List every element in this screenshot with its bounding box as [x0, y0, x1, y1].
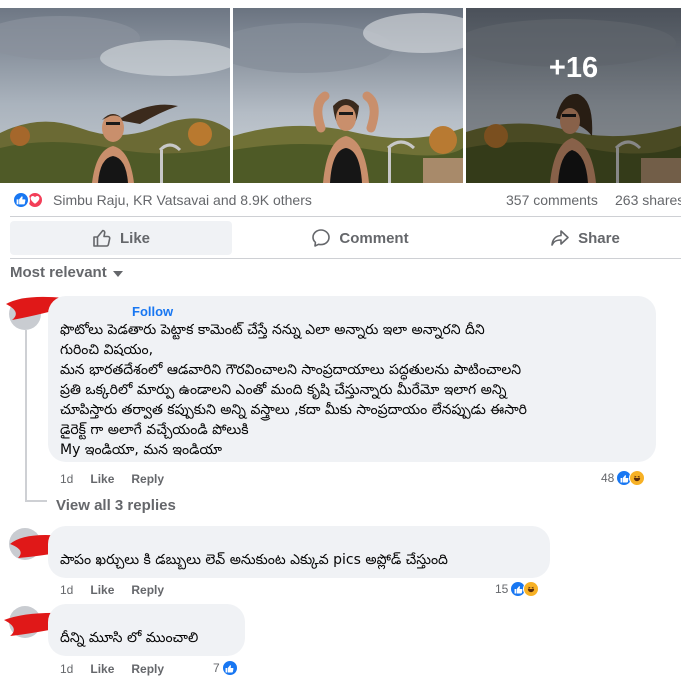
laughing-face-icon: [629, 470, 646, 486]
comment-1-time[interactable]: 1d: [60, 472, 73, 486]
view-replies-link[interactable]: View all 3 replies: [56, 497, 176, 514]
comment-2-author[interactable]: [60, 534, 538, 550]
comment-button[interactable]: Comment: [280, 221, 440, 255]
divider-bottom: [10, 258, 681, 259]
caret-down-icon: [112, 270, 123, 277]
photo-grid: +16: [0, 8, 681, 183]
comment-3-reply-button[interactable]: Reply: [131, 662, 164, 676]
comments-count[interactable]: 357 comments: [506, 192, 598, 208]
comment-1-meta: 1d Like Reply: [60, 472, 164, 486]
post-photo-2[interactable]: [233, 8, 463, 183]
comment-2-meta: 1d Like Reply: [60, 583, 164, 597]
share-button[interactable]: Share: [520, 221, 650, 255]
comment-1-author[interactable]: Follow: [60, 304, 644, 320]
thumbs-up-icon: [12, 191, 30, 209]
thumbs-up-icon: [93, 229, 111, 247]
comment-1-like-button[interactable]: Like: [90, 472, 114, 486]
share-button-label: Share: [578, 229, 620, 247]
reply-thread-line: [25, 330, 27, 502]
like-button[interactable]: Like: [10, 221, 232, 255]
comment-2-text: పాపం ఖర్చులు కి డబ్బులు లెవ్ అనుకుంట ఎక్…: [60, 552, 448, 568]
comment-2-reaction-count: 15: [495, 582, 509, 596]
reaction-icons[interactable]: [12, 191, 48, 209]
more-photos-count: +16: [548, 52, 599, 84]
reply-thread-branch: [25, 500, 47, 502]
post-photo-3[interactable]: +16: [466, 8, 681, 183]
follow-link[interactable]: Follow: [132, 304, 173, 319]
post-photo-1[interactable]: [0, 8, 230, 183]
photo-1-image: [0, 8, 230, 183]
sort-label: Most relevant: [10, 264, 107, 281]
share-arrow-icon: [551, 230, 569, 246]
comment-3-bubble: దీన్ని మూసి లో ముంచాలి: [48, 604, 245, 656]
action-bar: Like Comment Share: [10, 221, 681, 255]
comment-1-bubble: Follow ఫొటోలు పెడతారు పెట్టాక కామెంట్ చే…: [48, 296, 656, 462]
comment-3-reaction-count: 7: [213, 661, 220, 675]
comment-3-author[interactable]: [60, 612, 233, 628]
comment-button-label: Comment: [339, 229, 409, 247]
comment-3-meta: 1d Like Reply: [60, 662, 164, 676]
comment-3-time[interactable]: 1d: [60, 662, 73, 676]
like-button-label: Like: [119, 229, 150, 247]
comment-3-reactions[interactable]: 7: [213, 660, 238, 676]
divider-top: [10, 216, 681, 217]
speech-bubble-icon: [312, 229, 331, 247]
comment-2-reply-button[interactable]: Reply: [131, 583, 164, 597]
comment-1-text: ఫొటోలు పెడతారు పెట్టాక కామెంట్ చేస్తే నన…: [60, 322, 527, 458]
reaction-summary: Simbu Raju, KR Vatsavai and 8.9K others …: [0, 186, 681, 214]
thumbs-up-icon: [221, 660, 238, 676]
comment-2-time[interactable]: 1d: [60, 583, 73, 597]
more-photos-overlay[interactable]: +16: [466, 8, 681, 183]
comment-2-like-button[interactable]: Like: [90, 583, 114, 597]
comment-1-reactions[interactable]: 48: [601, 470, 646, 486]
photo-2-image: [233, 8, 463, 183]
comment-3-like-button[interactable]: Like: [90, 662, 114, 676]
shares-count[interactable]: 263 shares: [615, 192, 681, 208]
comment-2-bubble: పాపం ఖర్చులు కి డబ్బులు లెవ్ అనుకుంట ఎక్…: [48, 526, 550, 578]
comment-1-reaction-count: 48: [601, 471, 615, 485]
comment-1-reply-button[interactable]: Reply: [131, 472, 164, 486]
reactors-text[interactable]: Simbu Raju, KR Vatsavai and 8.9K others: [53, 192, 312, 208]
comment-2-reactions[interactable]: 15: [495, 581, 540, 597]
comment-3-text: దీన్ని మూసి లో ముంచాలి: [60, 630, 199, 646]
laughing-face-icon: [523, 581, 540, 597]
comment-sort-dropdown[interactable]: Most relevant: [10, 264, 123, 281]
